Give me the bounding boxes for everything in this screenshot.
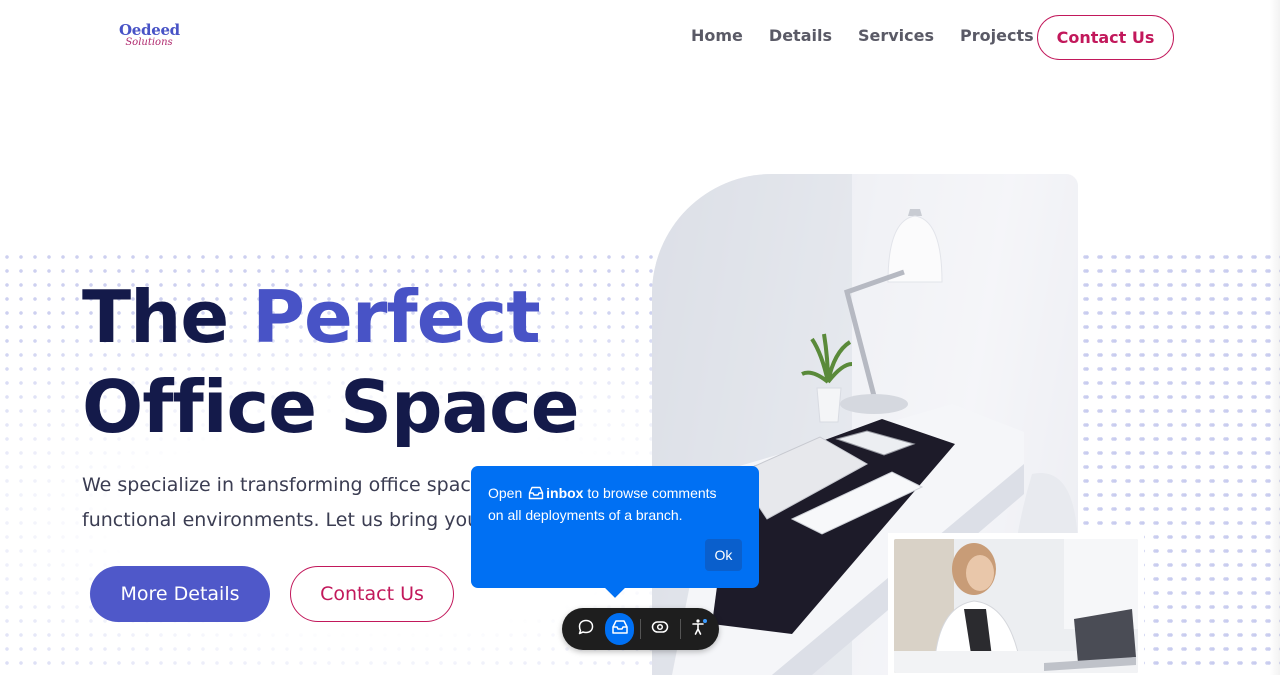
comment-icon bbox=[577, 618, 595, 641]
toolbar-divider bbox=[640, 619, 641, 639]
logo[interactable]: Oedeed Solutions bbox=[119, 21, 180, 48]
inbox-icon bbox=[528, 485, 544, 505]
nav-details[interactable]: Details bbox=[769, 26, 832, 46]
tooltip-text-line2: on all deployments of a branch. bbox=[488, 507, 683, 523]
comment-button[interactable] bbox=[571, 613, 600, 645]
tooltip-ok-button[interactable]: Ok bbox=[705, 539, 742, 571]
logo-name: Oedeed bbox=[119, 21, 180, 39]
woman-working-image bbox=[894, 539, 1138, 673]
hero-contact-button[interactable]: Contact Us bbox=[290, 566, 454, 622]
page-edge bbox=[1270, 0, 1280, 675]
logo-tagline: Solutions bbox=[125, 37, 173, 48]
tooltip-message: Open inbox to browse comments on all dep… bbox=[488, 483, 742, 525]
accessibility-icon bbox=[690, 618, 708, 641]
accessibility-button[interactable] bbox=[685, 613, 714, 645]
toolbar-divider-2 bbox=[680, 619, 681, 639]
tooltip-text-rest: to browse comments bbox=[587, 485, 717, 501]
header-contact-button[interactable]: Contact Us bbox=[1037, 15, 1174, 60]
nav-home[interactable]: Home bbox=[691, 26, 743, 46]
hero-title: The Perfect Office Space bbox=[82, 272, 580, 452]
main-nav: Home Details Services Projects bbox=[691, 26, 1060, 46]
hero-title-word-the: The bbox=[82, 275, 229, 359]
hero-subtitle-line2: functional environments. Let us bring yo… bbox=[82, 509, 502, 531]
hero-title-line2: Office Space bbox=[82, 365, 580, 449]
tooltip-inbox-word: inbox bbox=[546, 485, 584, 501]
nav-services[interactable]: Services bbox=[858, 26, 934, 46]
inbox-tooltip: Open inbox to browse comments on all dep… bbox=[471, 466, 759, 598]
eye-icon bbox=[651, 620, 669, 639]
feedback-toolbar bbox=[562, 608, 719, 650]
more-details-button[interactable]: More Details bbox=[90, 566, 270, 622]
hero-subtitle-line1: We specialize in transforming office spa… bbox=[82, 474, 493, 496]
tooltip-text-open: Open bbox=[488, 485, 523, 501]
inbox-icon bbox=[611, 619, 629, 640]
hero-subtitle: We specialize in transforming office spa… bbox=[82, 468, 502, 538]
inbox-button[interactable] bbox=[605, 613, 635, 645]
view-button[interactable] bbox=[645, 613, 674, 645]
woman-working-image-frame bbox=[888, 533, 1144, 675]
nav-projects[interactable]: Projects bbox=[960, 26, 1034, 46]
hero-title-word-perfect: Perfect bbox=[252, 275, 540, 359]
